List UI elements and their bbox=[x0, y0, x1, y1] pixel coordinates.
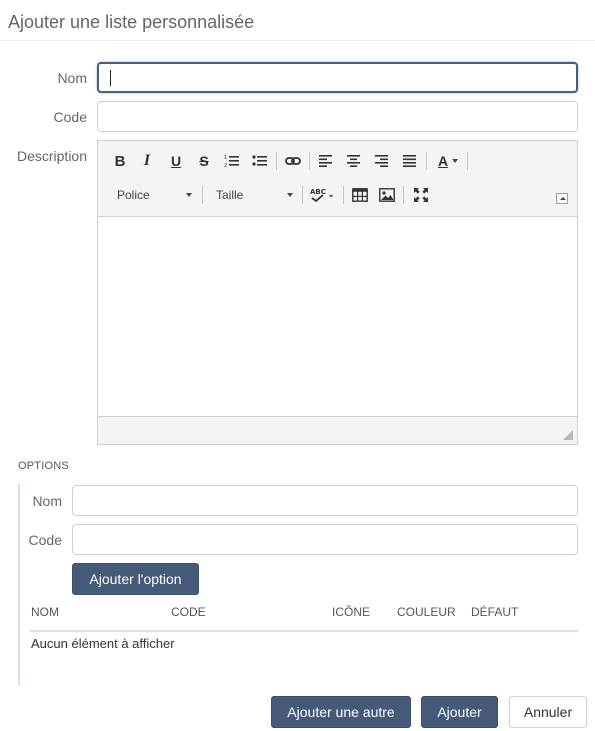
column-header-defaut[interactable]: DÉFAUT bbox=[471, 605, 518, 619]
option-code-label: Code bbox=[28, 532, 62, 548]
add-option-button[interactable]: Ajouter l'option bbox=[72, 563, 199, 595]
description-label: Description bbox=[16, 148, 87, 164]
toolbar-separator bbox=[467, 152, 468, 170]
font-size-label: Taille bbox=[216, 188, 244, 202]
column-header-icone[interactable]: ICÔNE bbox=[332, 605, 370, 619]
editor-statusbar bbox=[98, 416, 577, 444]
column-header-code[interactable]: CODE bbox=[171, 605, 206, 619]
spellcheck-icon[interactable]: ABC bbox=[307, 184, 339, 206]
table-icon[interactable] bbox=[348, 184, 372, 206]
link-icon[interactable] bbox=[281, 150, 305, 172]
column-header-couleur[interactable]: COULEUR bbox=[397, 605, 456, 619]
font-family-label: Police bbox=[117, 188, 150, 202]
add-another-button[interactable]: Ajouter une autre bbox=[271, 696, 411, 728]
toolbar-separator bbox=[343, 186, 344, 204]
toolbar-separator bbox=[202, 186, 203, 204]
empty-table-message: Aucun élément à afficher bbox=[31, 636, 175, 651]
title-divider bbox=[0, 40, 595, 41]
font-family-select[interactable]: Police bbox=[110, 184, 196, 206]
table-header-divider bbox=[30, 630, 578, 632]
toolbar-separator bbox=[276, 152, 277, 170]
options-rail bbox=[18, 484, 20, 686]
image-icon[interactable] bbox=[375, 184, 399, 206]
chevron-down-icon bbox=[287, 193, 293, 197]
svg-text:ABC: ABC bbox=[310, 188, 326, 196]
text-color-icon[interactable]: A bbox=[432, 150, 464, 172]
option-code-input[interactable] bbox=[72, 524, 578, 555]
dialog-title: Ajouter une liste personnalisée bbox=[8, 12, 255, 32]
options-section-title: OPTIONS bbox=[18, 460, 69, 472]
bold-icon[interactable]: B bbox=[108, 150, 132, 172]
nom-input[interactable] bbox=[97, 62, 578, 93]
nom-label: Nom bbox=[57, 70, 87, 86]
underline-icon[interactable]: U bbox=[164, 150, 188, 172]
chevron-down-icon bbox=[452, 159, 459, 163]
align-center-icon[interactable] bbox=[342, 150, 366, 172]
column-header-nom[interactable]: NOM bbox=[31, 605, 59, 619]
code-input[interactable] bbox=[97, 101, 578, 132]
align-justify-icon[interactable] bbox=[398, 150, 422, 172]
align-left-icon[interactable] bbox=[314, 150, 338, 172]
rich-text-editor: B I U S 12 A Police Taille ABC bbox=[97, 140, 578, 445]
strikethrough-icon[interactable]: S bbox=[192, 150, 216, 172]
resize-grip-icon[interactable] bbox=[563, 430, 573, 440]
add-button[interactable]: Ajouter bbox=[421, 696, 498, 728]
toolbar-separator bbox=[302, 186, 303, 204]
cancel-button[interactable]: Annuler bbox=[509, 696, 587, 728]
editor-toolbar: B I U S 12 A Police Taille ABC bbox=[98, 141, 577, 217]
toolbar-separator bbox=[426, 152, 427, 170]
italic-icon[interactable]: I bbox=[135, 150, 159, 172]
editor-content-area[interactable] bbox=[98, 217, 577, 417]
option-nom-input[interactable] bbox=[72, 485, 578, 516]
text-caret bbox=[110, 70, 111, 86]
code-label: Code bbox=[53, 109, 87, 125]
numbered-list-icon[interactable]: 12 bbox=[220, 150, 244, 172]
svg-text:1: 1 bbox=[224, 155, 227, 161]
bulleted-list-icon[interactable] bbox=[248, 150, 272, 172]
font-size-select[interactable]: Taille bbox=[209, 184, 297, 206]
svg-text:2: 2 bbox=[224, 163, 227, 168]
collapse-toolbar-button[interactable] bbox=[556, 193, 568, 204]
maximize-icon[interactable] bbox=[409, 184, 433, 206]
option-nom-label: Nom bbox=[32, 493, 62, 509]
align-right-icon[interactable] bbox=[370, 150, 394, 172]
toolbar-separator bbox=[309, 152, 310, 170]
text-color-glyph: A bbox=[437, 153, 449, 169]
toolbar-separator bbox=[403, 186, 404, 204]
chevron-down-icon bbox=[186, 193, 192, 197]
